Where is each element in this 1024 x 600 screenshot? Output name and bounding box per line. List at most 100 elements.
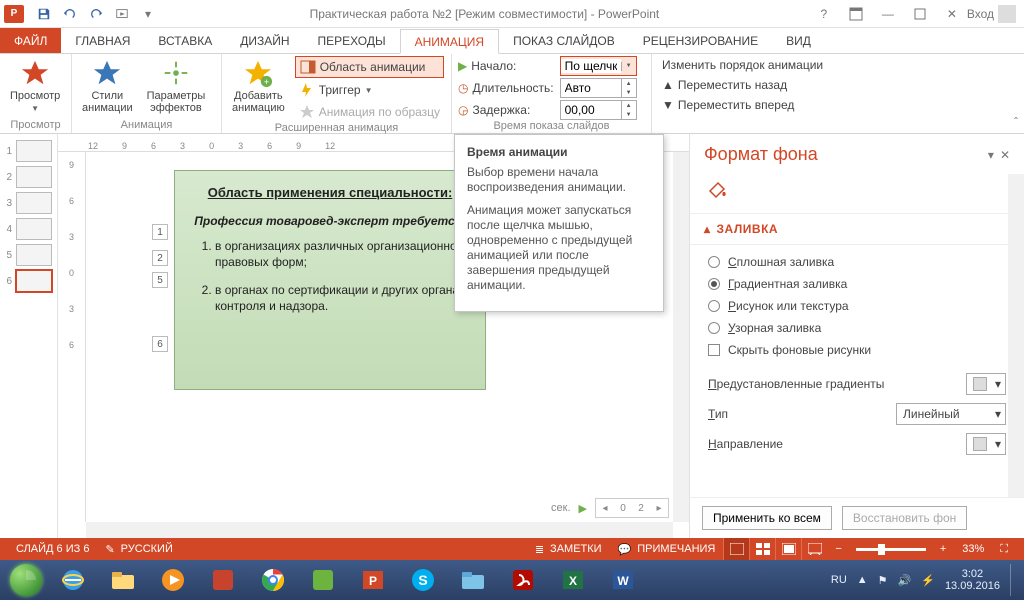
fit-to-window-icon[interactable]: ⛶ [992, 543, 1016, 556]
tab-home[interactable]: ГЛАВНАЯ [61, 28, 144, 53]
pager[interactable]: ◂ 0 2 ▸ [595, 498, 669, 518]
tray-flag-icon[interactable]: ▲ [857, 574, 868, 586]
tab-design[interactable]: ДИЗАЙН [226, 28, 303, 53]
scrollbar-horizontal[interactable] [86, 522, 673, 538]
chevron-down-icon[interactable]: ▼ [622, 88, 636, 97]
tray-network-icon[interactable]: ⚑ [878, 574, 888, 587]
chevron-down-icon[interactable]: ▼ [622, 110, 636, 119]
thumbnail-4[interactable] [16, 218, 52, 240]
thumbnail-3[interactable] [16, 192, 52, 214]
taskbar-media-icon[interactable] [150, 564, 196, 596]
preset-combo[interactable]: ▾ [966, 373, 1006, 395]
thumbnail-2[interactable] [16, 166, 52, 188]
scrollbar-vertical[interactable] [673, 152, 689, 522]
taskbar-excel-icon[interactable]: X [550, 564, 596, 596]
delay-spinner[interactable]: ▲▼ [560, 100, 637, 120]
radio-solid-fill[interactable]: ССплошная заливкаплошная заливка [708, 255, 1006, 269]
pager-prev[interactable]: ◂ [596, 499, 614, 517]
tab-transitions[interactable]: ПЕРЕХОДЫ [304, 28, 400, 53]
start-button[interactable] [6, 560, 46, 600]
move-later-button[interactable]: ▼Переместить вперед [658, 96, 827, 114]
direction-combo[interactable]: ▾ [966, 433, 1006, 455]
slideshow-view-icon[interactable] [801, 538, 827, 560]
tab-slideshow[interactable]: ПОКАЗ СЛАЙДОВ [499, 28, 629, 53]
effect-options-button[interactable]: Параметры эффектов [143, 56, 210, 116]
thumbnail-5[interactable] [16, 244, 52, 266]
start-input[interactable] [561, 59, 621, 73]
radio-gradient-fill[interactable]: Градиентная заливка [708, 277, 1006, 291]
radio-pattern-fill[interactable]: Узорная заливка [708, 321, 1006, 335]
tab-insert[interactable]: ВСТАВКА [144, 28, 226, 53]
close-icon[interactable]: ✕ [937, 3, 967, 25]
chevron-up-icon[interactable]: ▲ [622, 79, 636, 88]
help-icon[interactable]: ? [809, 3, 839, 25]
comments-button[interactable]: 💬ПРИМЕЧАНИЯ [610, 543, 724, 556]
add-animation-button[interactable]: + Добавить анимацию [228, 56, 289, 116]
section-fill-header[interactable]: ▴ ЗАЛИВКА [690, 214, 1024, 245]
delay-input[interactable] [561, 103, 621, 117]
sign-in[interactable]: Вход [967, 5, 1016, 23]
tab-file[interactable]: ФАЙЛ [0, 28, 61, 53]
pane-scrollbar[interactable] [1008, 174, 1024, 498]
taskbar-word-icon[interactable]: W [600, 564, 646, 596]
redo-icon[interactable] [84, 3, 108, 25]
chevron-down-icon[interactable]: ▼ [622, 62, 636, 71]
thumbnail-1[interactable] [16, 140, 52, 162]
taskbar-acrobat-icon[interactable] [500, 564, 546, 596]
qat-customize-icon[interactable]: ▾ [136, 3, 160, 25]
play-icon[interactable]: ▶ [579, 502, 587, 515]
animation-tag[interactable]: 2 [152, 250, 168, 266]
animation-tag[interactable]: 5 [152, 272, 168, 288]
pager-next[interactable]: ▸ [650, 499, 668, 517]
animation-styles-button[interactable]: Стили анимации [78, 56, 137, 116]
notes-button[interactable]: ≣ЗАМЕТКИ [527, 543, 610, 556]
tab-review[interactable]: РЕЦЕНЗИРОВАНИЕ [629, 28, 772, 53]
ribbon-options-icon[interactable] [841, 3, 871, 25]
taskbar-app-icon[interactable] [200, 564, 246, 596]
slide-counter[interactable]: СЛАЙД 6 ИЗ 6 [8, 543, 97, 555]
thumbnail-6[interactable] [16, 270, 52, 292]
tray-battery-icon[interactable]: ⚡ [921, 574, 935, 587]
type-combo[interactable]: Линейный▾ [896, 403, 1006, 425]
checkbox-hide-bg[interactable]: Скрыть фоновые рисунки [708, 343, 1006, 357]
undo-icon[interactable] [58, 3, 82, 25]
zoom-in-icon[interactable]: + [932, 543, 954, 555]
maximize-icon[interactable] [905, 3, 935, 25]
duration-spinner[interactable]: ▲▼ [560, 78, 637, 98]
zoom-out-icon[interactable]: − [827, 543, 849, 555]
taskbar-ie-icon[interactable] [50, 564, 96, 596]
preview-button[interactable]: Просмотр ▼ [6, 56, 64, 115]
tray-clock[interactable]: 3:02 13.09.2016 [945, 568, 1000, 592]
animation-tag[interactable]: 6 [152, 336, 168, 352]
chevron-up-icon[interactable]: ▲ [622, 101, 636, 110]
trigger-button[interactable]: Триггер ▼ [295, 80, 444, 100]
minimize-icon[interactable]: — [873, 3, 903, 25]
language-indicator[interactable]: ✎РУССКИЙ [97, 543, 180, 556]
taskbar-app2-icon[interactable] [300, 564, 346, 596]
zoom-slider[interactable] [856, 548, 926, 551]
tab-animations[interactable]: АНИМАЦИЯ [400, 29, 499, 54]
tray-volume-icon[interactable]: 🔊 [898, 574, 912, 587]
fill-mode-icon[interactable] [704, 175, 732, 203]
slide-content[interactable]: Область применения специальности: Профес… [174, 170, 486, 390]
start-combo[interactable]: ▼ [560, 56, 637, 76]
radio-picture-fill[interactable]: Рисунок или текстура [708, 299, 1006, 313]
sorter-view-icon[interactable] [749, 538, 775, 560]
reading-view-icon[interactable] [775, 538, 801, 560]
move-earlier-button[interactable]: ▲Переместить назад [658, 76, 827, 94]
tray-lang[interactable]: RU [831, 574, 847, 586]
taskbar-powerpoint-icon[interactable]: P [350, 564, 396, 596]
start-from-beginning-icon[interactable] [110, 3, 134, 25]
duration-input[interactable] [561, 81, 621, 95]
taskbar-skype-icon[interactable]: S [400, 564, 446, 596]
taskbar-folder-icon[interactable] [450, 564, 496, 596]
taskbar-chrome-icon[interactable] [250, 564, 296, 596]
show-desktop[interactable] [1010, 564, 1018, 596]
collapse-ribbon-icon[interactable]: ˆ [1014, 115, 1018, 129]
animation-tag[interactable]: 1 [152, 224, 168, 240]
apply-to-all-button[interactable]: Применить ко всем [702, 506, 832, 530]
animation-pane-button[interactable]: Область анимации [295, 56, 444, 78]
pane-menu-icon[interactable]: ▾ [988, 148, 994, 162]
zoom-level[interactable]: 33% [954, 543, 992, 555]
tab-view[interactable]: ВИД [772, 28, 825, 53]
